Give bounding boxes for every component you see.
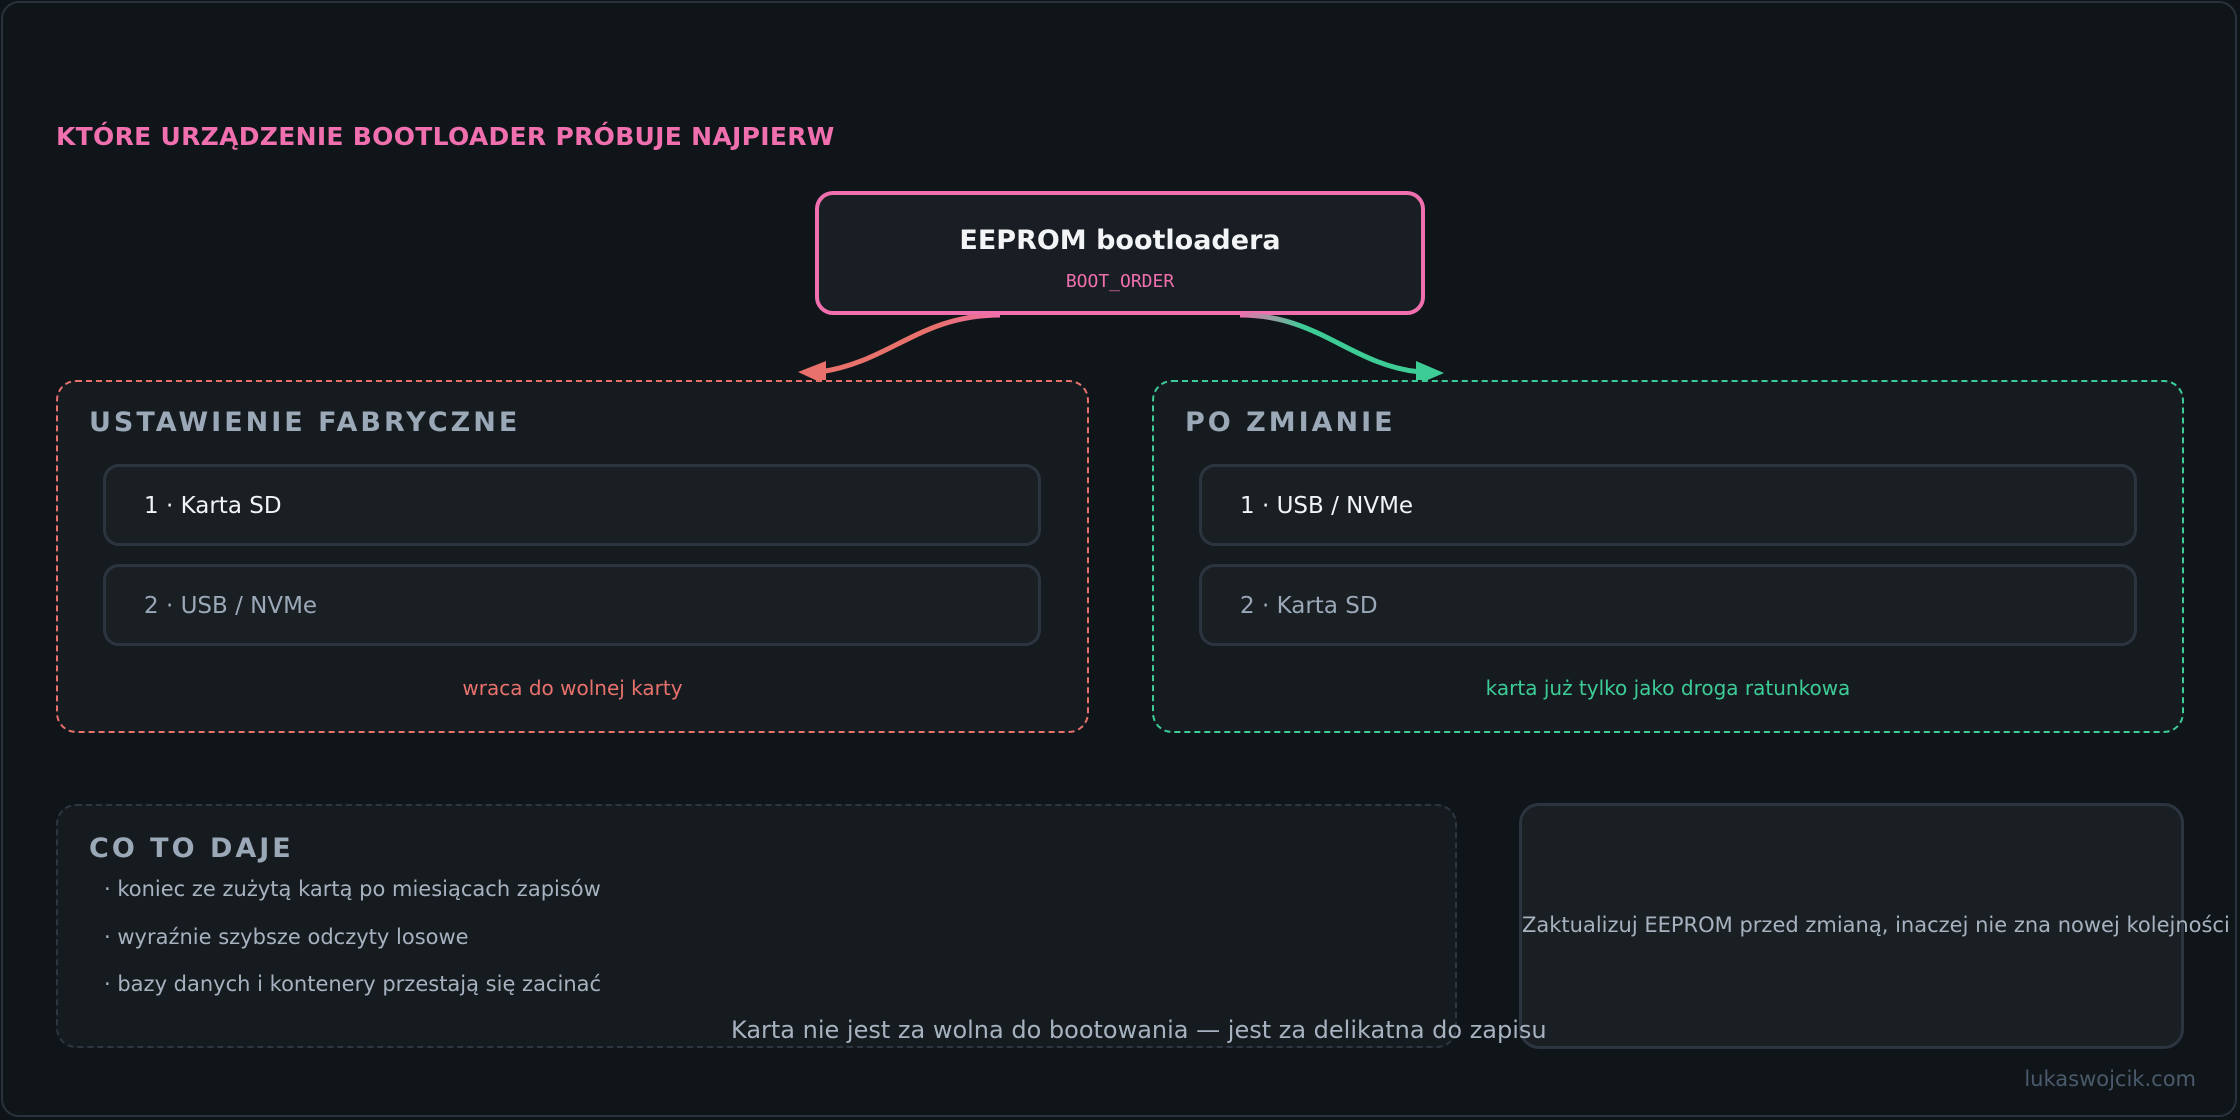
changed-slot-1: 1 · USB / NVMe	[1199, 464, 2137, 546]
benefits-panel: CO TO DAJE · koniec ze zużytą kartą po m…	[56, 804, 1457, 1048]
benefits-heading: CO TO DAJE	[89, 833, 294, 864]
changed-slot-2-label: 2 · Karta SD	[1240, 593, 1378, 619]
eeprom-node: EEPROM bootloadera BOOT_ORDER	[815, 191, 1425, 315]
benefit-item: · koniec ze zużytą kartą po miesiącach z…	[104, 877, 601, 901]
factory-slot-1-label: 1 · Karta SD	[144, 493, 282, 519]
benefit-item: · bazy danych i kontenery przestają się …	[104, 972, 602, 996]
factory-slot-2-label: 2 · USB / NVMe	[144, 593, 318, 619]
changed-panel: PO ZMIANIE 1 · USB / NVMe 2 · Karta SD k…	[1152, 380, 2184, 733]
eeprom-subtitle: BOOT_ORDER	[1065, 271, 1175, 292]
factory-slot-1: 1 · Karta SD	[103, 464, 1041, 546]
changed-slot-1-label: 1 · USB / NVMe	[1240, 493, 1414, 519]
diagram-title: KTÓRE URZĄDZENIE BOOTLOADER PRÓBUJE NAJP…	[56, 122, 835, 151]
changed-slot-2: 2 · Karta SD	[1199, 564, 2137, 646]
warning-text: Zaktualizuj EEPROM przed zmianą, inaczej…	[1522, 913, 2230, 937]
factory-note: wraca do wolnej karty	[462, 676, 683, 700]
footer-quote: Karta nie jest za wolna do bootowania — …	[731, 1016, 1547, 1044]
changed-heading: PO ZMIANIE	[1185, 407, 1396, 438]
benefit-item: · wyraźnie szybsze odczyty losowe	[104, 925, 469, 949]
factory-slot-2: 2 · USB / NVMe	[103, 564, 1041, 646]
eeprom-title: EEPROM bootloadera	[959, 225, 1281, 256]
factory-heading: USTAWIENIE FABRYCZNE	[89, 407, 521, 438]
warning-box: Zaktualizuj EEPROM przed zmianą, inaczej…	[1519, 803, 2230, 1049]
changed-note: karta już tylko jako droga ratunkowa	[1485, 676, 1851, 700]
watermark: lukaswojcik.com	[2024, 1067, 2196, 1091]
factory-panel: USTAWIENIE FABRYCZNE 1 · Karta SD 2 · US…	[56, 380, 1089, 733]
